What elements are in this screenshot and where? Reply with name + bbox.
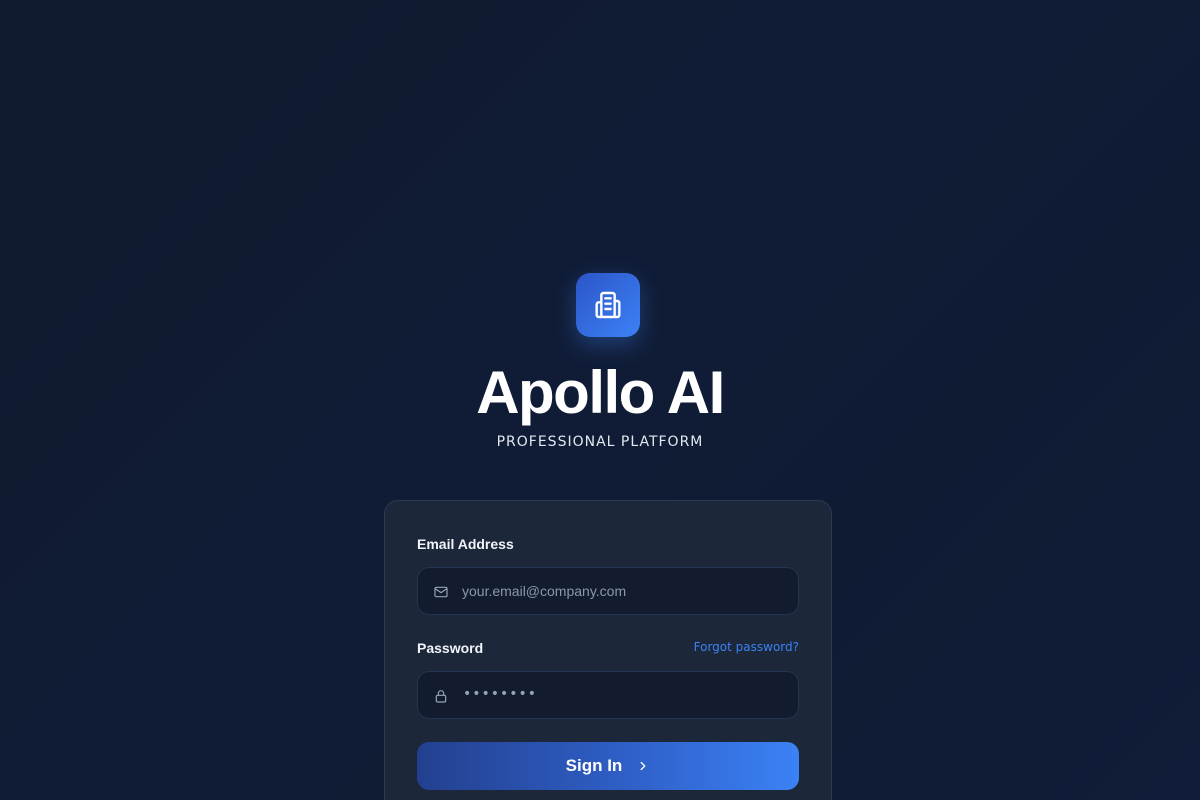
sign-in-button[interactable]: Sign In (417, 742, 799, 790)
password-label: Password (417, 640, 484, 656)
lock-icon (435, 690, 447, 703)
email-field[interactable] (462, 568, 782, 614)
sign-in-label: Sign In (565, 756, 623, 775)
app-logo (576, 273, 640, 337)
email-label: Email Address (417, 536, 514, 552)
login-page: Apollo AI PROFESSIONAL PLATFORM Email Ad… (0, 0, 1200, 800)
email-field-wrapper[interactable] (417, 567, 799, 615)
login-card: Email Address Password Forgot password? … (384, 500, 832, 800)
password-value: •••••••• (463, 686, 538, 702)
app-subtitle: PROFESSIONAL PLATFORM (496, 434, 704, 450)
mail-icon (434, 586, 448, 598)
building-icon (595, 291, 621, 319)
app-title: Apollo AI (476, 359, 725, 426)
chevron-right-icon (640, 761, 646, 771)
forgot-password-link[interactable]: Forgot password? (694, 640, 799, 654)
password-field[interactable]: •••••••• (417, 671, 799, 719)
